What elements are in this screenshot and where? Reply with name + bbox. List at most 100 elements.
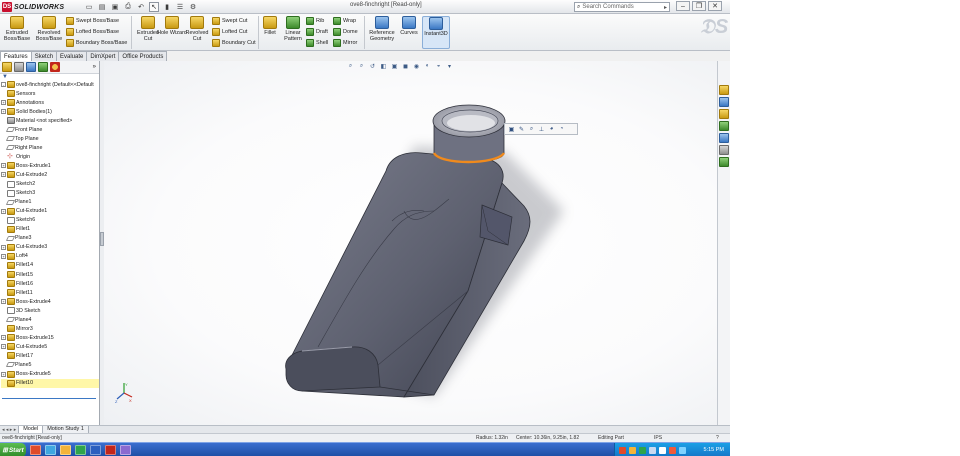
open-file-icon[interactable]: ▤ — [97, 2, 107, 12]
feature-tree-item[interactable]: Fillet17 — [1, 351, 99, 360]
expand-toggle-icon[interactable]: + — [1, 208, 6, 214]
feature-tree-item[interactable]: 3D Sketch — [1, 306, 99, 315]
rollback-bar[interactable] — [2, 398, 96, 399]
normal-to-icon[interactable]: ⊥ — [537, 125, 546, 133]
options-icon[interactable]: ⚙ — [188, 2, 198, 12]
select-pointer-icon[interactable]: ↖ — [149, 2, 159, 12]
feature-tree-item[interactable]: Sketch3 — [1, 189, 99, 198]
expand-toggle-icon[interactable]: - — [1, 82, 6, 88]
expand-toggle-icon[interactable]: + — [1, 163, 6, 169]
expand-toggle-icon[interactable]: + — [1, 100, 6, 106]
feature-tree-item[interactable]: Plane4 — [1, 315, 99, 324]
file-properties-icon[interactable]: ☰ — [175, 2, 185, 12]
dome-button[interactable]: Dome — [333, 27, 358, 37]
property-manager-icon[interactable] — [14, 62, 24, 72]
dimxpert-manager-icon[interactable] — [38, 62, 48, 72]
tab-features[interactable]: Features — [0, 51, 32, 61]
appearance-icon[interactable]: ◕ — [547, 125, 556, 133]
rebuild-icon[interactable]: ▮ — [162, 2, 172, 12]
expand-toggle-icon[interactable]: + — [1, 109, 6, 115]
minimize-button[interactable]: – — [676, 1, 690, 11]
start-button[interactable]: ⊞ Start — [0, 443, 26, 456]
tray-icon[interactable] — [639, 446, 646, 454]
configuration-manager-icon[interactable] — [26, 62, 36, 72]
draft-button[interactable]: Draft — [306, 27, 328, 37]
part-model[interactable] — [104, 61, 717, 425]
tray-icon[interactable] — [629, 446, 636, 454]
taskbar-app-icon[interactable] — [45, 445, 56, 455]
restore-button[interactable]: ❐ — [692, 1, 706, 11]
feature-tree-item[interactable]: Sensors — [1, 89, 99, 98]
save-icon[interactable]: ▣ — [110, 2, 120, 12]
tray-icon[interactable] — [669, 446, 676, 454]
feature-tree-item[interactable]: Sketch6 — [1, 216, 99, 225]
swept-boss-button[interactable]: Swept Boss/Base — [66, 16, 119, 26]
feature-tree-item[interactable]: + Boss-Extrude5 — [1, 370, 99, 379]
graphics-area[interactable]: ⌕ ⌕ ↺ ◧ ▣ ◼ ◉ ◐ ◒ ▾ ▣ ✎ ⌕ ⊥ ◕ ◔ Y X Z — [104, 61, 717, 425]
help-icon[interactable]: ? — [716, 435, 719, 441]
tab-scroll-arrows-icon[interactable]: ◂ ◂ ▸ ▸ — [0, 427, 18, 433]
tab-dimxpert[interactable]: DimXpert — [86, 51, 120, 61]
expand-toggle-icon[interactable]: + — [1, 244, 6, 250]
feature-tree-item[interactable]: Fillet15 — [1, 270, 99, 279]
taskbar-excel-icon[interactable] — [75, 445, 86, 455]
edit-feature-icon[interactable]: ▣ — [507, 125, 516, 133]
edit-sketch-icon[interactable]: ✎ — [517, 125, 526, 133]
feature-tree-item[interactable]: + Boss-Extrude15 — [1, 333, 99, 342]
feature-tree-item[interactable]: + Solid Bodies(1) — [1, 107, 99, 116]
feature-manager-icon[interactable] — [2, 62, 12, 72]
taskbar-app-icon[interactable] — [30, 445, 41, 455]
feature-tree-item[interactable]: Fillet1 — [1, 225, 99, 234]
feature-tree-item[interactable]: Front Plane — [1, 125, 99, 134]
expand-panel-icon[interactable]: » — [93, 64, 96, 70]
taskbar-app-icon[interactable] — [120, 445, 131, 455]
feature-tree-item[interactable]: Sketch2 — [1, 180, 99, 189]
tab-office-products[interactable]: Office Products — [118, 51, 168, 61]
close-button[interactable]: ✕ — [708, 1, 722, 11]
shell-button[interactable]: Shell — [306, 38, 328, 48]
search-results-icon[interactable] — [719, 121, 729, 131]
feature-tree-item[interactable]: Fillet10 — [1, 378, 99, 388]
expand-toggle-icon[interactable]: + — [1, 344, 6, 350]
mirror-button[interactable]: Mirror — [333, 38, 357, 48]
expand-toggle-icon[interactable]: + — [1, 335, 6, 341]
revolved-boss-button[interactable]: Revolved Boss/Base — [34, 16, 64, 49]
feature-tree-item[interactable]: + Cut-Extrude3 — [1, 243, 99, 252]
feature-tree-item[interactable]: Plane1 — [1, 198, 99, 207]
extruded-boss-button[interactable]: Extruded Boss/Base — [2, 16, 32, 49]
feature-tree-item[interactable]: Material <not specified> — [1, 116, 99, 125]
feature-tree-item[interactable]: + Cut-Extrude5 — [1, 342, 99, 351]
undo-icon[interactable]: ↶ — [136, 2, 146, 12]
view-palette-icon[interactable] — [719, 133, 729, 143]
display-manager-icon[interactable] — [50, 62, 60, 72]
search-go-icon[interactable]: ▸ — [664, 4, 669, 11]
linear-pattern-button[interactable]: Linear Pattern — [278, 16, 308, 49]
feature-tree-item[interactable]: + Loft4 — [1, 252, 99, 261]
feature-tree-item[interactable]: + Annotations — [1, 98, 99, 107]
feature-tree-item[interactable]: Plane5 — [1, 360, 99, 369]
feature-tree-item[interactable]: Right Plane — [1, 143, 99, 152]
expand-toggle-icon[interactable]: + — [1, 172, 6, 178]
status-units[interactable]: IPS — [654, 435, 662, 441]
feature-tree-item[interactable]: ⊹ Origin — [1, 152, 99, 161]
appearances-icon[interactable] — [719, 145, 729, 155]
boundary-cut-button[interactable]: Boundary Cut — [212, 38, 256, 48]
search-input[interactable]: Search Commands — [582, 4, 662, 10]
feature-tree-item[interactable]: + Boss-Extrude1 — [1, 161, 99, 170]
taskbar-solidworks-icon[interactable] — [105, 445, 116, 455]
wrap-button[interactable]: Wrap — [333, 16, 356, 26]
print-icon[interactable]: ⎙ — [123, 2, 133, 12]
custom-properties-icon[interactable] — [719, 157, 729, 167]
reference-geometry-button[interactable]: Reference Geometry — [366, 16, 398, 49]
expand-toggle-icon[interactable]: + — [1, 253, 6, 259]
feature-tree-item[interactable]: - ove8-finchright (Default<<Default — [1, 80, 99, 89]
boundary-boss-button[interactable]: Boundary Boss/Base — [66, 38, 127, 48]
lofted-cut-button[interactable]: Lofted Cut — [212, 27, 247, 37]
rib-button[interactable]: Rib — [306, 16, 324, 26]
feature-tree-item[interactable]: Fillet16 — [1, 279, 99, 288]
zoom-selection-icon[interactable]: ⌕ — [527, 125, 536, 133]
taskbar-clock[interactable]: 5:15 PM — [704, 447, 724, 453]
feature-tree-item[interactable]: Mirror3 — [1, 324, 99, 333]
tray-icon[interactable] — [619, 446, 626, 454]
file-explorer-icon[interactable] — [719, 109, 729, 119]
